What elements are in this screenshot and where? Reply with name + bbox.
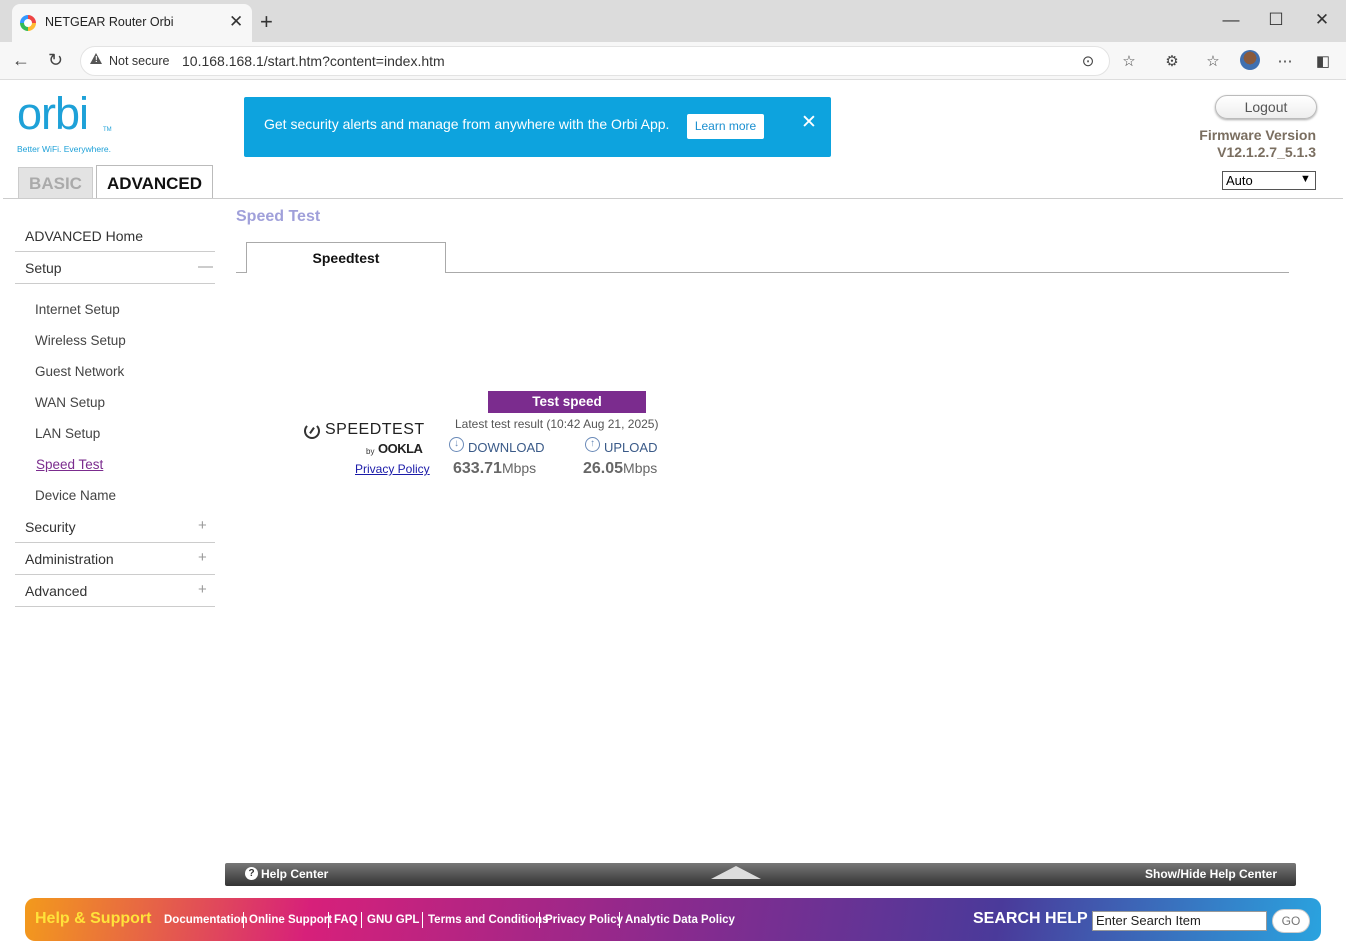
banner-close-icon[interactable]: ✕ (801, 111, 817, 134)
upload-label: UPLOAD (604, 440, 658, 455)
expand-icon[interactable]: + (198, 549, 207, 566)
footer-link-privacy-policy[interactable]: Privacy Policy (545, 914, 623, 926)
tab-speedtest[interactable]: Speedtest (246, 242, 446, 273)
sidebar-item-setup[interactable]: Setup (25, 260, 62, 276)
netgear-favicon-icon (20, 15, 36, 31)
profile-avatar[interactable] (1240, 50, 1260, 70)
tab-advanced[interactable]: ADVANCED (96, 165, 213, 199)
latest-result: Latest test result (10:42 Aug 21, 2025) (455, 417, 659, 431)
download-unit: Mbps (501, 460, 537, 476)
sidebar-item-administration[interactable]: Administration (25, 551, 114, 567)
upload-unit: Mbps (623, 460, 658, 476)
divider (422, 912, 423, 928)
page-content (3, 80, 1343, 947)
tab-underline (236, 272, 246, 273)
download-label: DOWNLOAD (468, 440, 545, 455)
divider (243, 912, 244, 928)
sidebar-item-advanced[interactable]: Advanced (25, 583, 87, 599)
security-label[interactable]: Not secure (109, 54, 169, 68)
sidebar-item-internet-setup[interactable]: Internet Setup (35, 302, 120, 317)
divider (328, 912, 329, 928)
sidebar-item-advanced-home[interactable]: ADVANCED Home (25, 228, 143, 244)
sidebar-item-guest-network[interactable]: Guest Network (35, 364, 124, 379)
sidebar-item-security[interactable]: Security (25, 519, 76, 535)
sidebar-item-wan-setup[interactable]: WAN Setup (35, 395, 105, 410)
help-support-title: Help & Support (35, 910, 152, 927)
ookla-logo: OOKLA (378, 441, 423, 456)
reading-mode-icon[interactable]: ⊙ (1077, 52, 1099, 70)
back-icon[interactable]: ← (12, 50, 30, 71)
help-question-icon: ? (245, 867, 258, 880)
firmware-label: Firmware Version (1199, 127, 1316, 143)
sidebar-item-wireless-setup[interactable]: Wireless Setup (35, 333, 126, 348)
learn-more-button[interactable]: Learn more (687, 114, 764, 139)
divider (15, 606, 215, 607)
sidebar-item-speed-test[interactable]: Speed Test (36, 457, 103, 472)
sidebar-item-device-name[interactable]: Device Name (35, 488, 116, 503)
favorites-icon[interactable]: ☆ (1202, 52, 1224, 70)
orbi-logo: orbi (17, 88, 89, 139)
footer-link-online-support[interactable]: Online Support (249, 914, 332, 926)
expand-arrow-icon[interactable] (711, 866, 761, 879)
header-divider (3, 198, 1343, 199)
tab-basic[interactable]: BASIC (18, 167, 93, 198)
footer-link-terms[interactable]: Terms and Conditions (428, 914, 549, 926)
logo-tagline: Better WiFi. Everywhere. (17, 144, 111, 154)
favorite-star-icon[interactable]: ☆ (1118, 52, 1140, 70)
download-value: 633.71 (453, 460, 502, 477)
firmware-version: V12.1.2.7_5.1.3 (1217, 144, 1316, 160)
close-window-icon[interactable]: ✕ (1307, 10, 1337, 30)
more-menu-icon[interactable]: ⋯ (1274, 52, 1296, 70)
footer-link-faq[interactable]: FAQ (334, 914, 358, 926)
divider (15, 542, 215, 543)
tab-underline (446, 272, 1289, 273)
extensions-icon[interactable]: ⚙ (1161, 52, 1183, 70)
footer-link-analytic-data-policy[interactable]: Analytic Data Policy (625, 914, 735, 926)
page-title: Speed Test (236, 208, 321, 225)
download-icon: ↓ (449, 437, 464, 452)
expand-icon[interactable]: + (198, 581, 207, 598)
expand-icon[interactable]: + (198, 517, 207, 534)
maximize-icon[interactable]: ☐ (1261, 10, 1291, 30)
close-tab-icon[interactable]: ✕ (229, 12, 243, 32)
help-center-label[interactable]: Help Center (261, 867, 328, 881)
sidebar-toggle-icon[interactable]: ◧ (1312, 52, 1334, 70)
divider (15, 283, 215, 284)
speedtest-logo: SPEEDTEST (325, 421, 425, 438)
divider (361, 912, 362, 928)
show-hide-help-button[interactable]: Show/Hide Help Center (1145, 867, 1277, 881)
search-help-input[interactable]: Enter Search Item (1092, 911, 1267, 931)
logout-button[interactable]: Logout (1215, 95, 1317, 119)
divider (539, 912, 540, 928)
new-tab-icon[interactable]: + (260, 9, 273, 35)
search-go-button[interactable]: GO (1272, 909, 1310, 933)
privacy-policy-link[interactable]: Privacy Policy (355, 462, 430, 476)
upload-icon: ↑ (585, 437, 600, 452)
collapse-icon[interactable]: — (198, 258, 213, 275)
download-speed: 633.71Mbps (453, 460, 536, 478)
chevron-down-icon[interactable]: ▼ (1300, 173, 1311, 185)
url-text[interactable]: 10.168.168.1/start.htm?content=index.htm (182, 53, 445, 69)
upload-speed: 26.05Mbps (583, 460, 657, 478)
tab-title: NETGEAR Router Orbi (45, 15, 174, 29)
footer-link-documentation[interactable]: Documentation (164, 914, 248, 926)
divider (15, 574, 215, 575)
divider (619, 912, 620, 928)
warning-mark: ! (95, 55, 98, 64)
logo-trademark: TM (103, 127, 112, 133)
footer-link-gnu-gpl[interactable]: GNU GPL (367, 914, 419, 926)
test-speed-button[interactable]: Test speed (488, 391, 646, 413)
upload-value: 26.05 (583, 460, 624, 477)
search-help-label: SEARCH HELP (973, 910, 1088, 927)
banner-text: Get security alerts and manage from anyw… (264, 116, 670, 132)
sidebar-item-lan-setup[interactable]: LAN Setup (35, 426, 100, 441)
reload-icon[interactable]: ↻ (48, 50, 63, 71)
by-label: by (366, 447, 375, 456)
divider (15, 251, 215, 252)
minimize-icon[interactable]: — (1216, 10, 1246, 30)
